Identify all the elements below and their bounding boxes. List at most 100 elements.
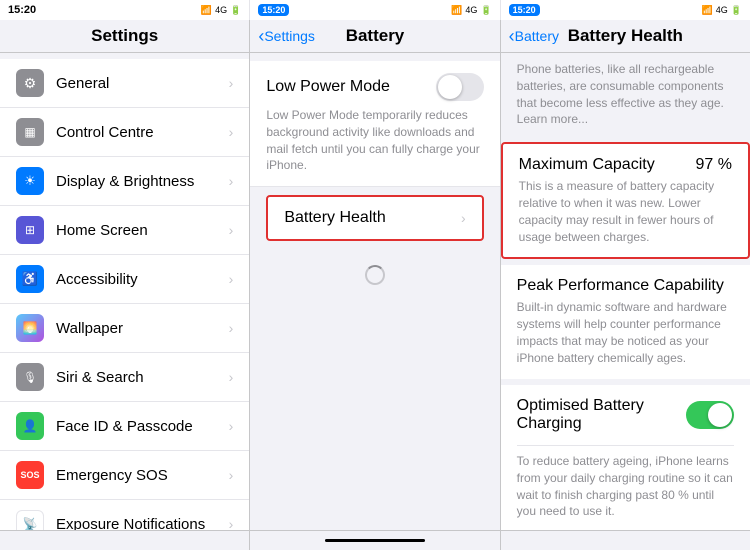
display-icon: ☀	[16, 167, 44, 195]
accessibility-label: Accessibility	[56, 271, 229, 288]
chevron-icon-emergency: ›	[229, 467, 234, 483]
home-screen-label: Home Screen	[56, 222, 229, 239]
home-screen-icon: ⊞	[16, 216, 44, 244]
panel1-title: Settings	[91, 26, 158, 45]
panel1-header: Settings	[0, 20, 250, 52]
time-3: 15:20	[509, 4, 540, 16]
status-icons-3: 📶 4G 🔋	[702, 5, 742, 16]
low-power-toggle-row: Low Power Mode	[266, 73, 483, 101]
chevron-icon-general: ›	[229, 75, 234, 91]
siri-label: Siri & Search	[56, 369, 229, 386]
peak-performance-label: Peak Performance Capability	[517, 277, 734, 295]
optimised-desc-container: To reduce battery ageing, iPhone learns …	[501, 445, 750, 530]
chevron-icon-faceid: ›	[229, 418, 234, 434]
peak-performance-section: Peak Performance Capability Built-in dyn…	[501, 265, 750, 378]
wallpaper-icon: 🌅	[16, 314, 44, 342]
panel2-back-btn[interactable]: ‹ Settings	[258, 26, 315, 47]
sidebar-item-general[interactable]: ⚙ General ›	[0, 59, 249, 108]
faceid-icon: 👤	[16, 412, 44, 440]
loading-spinner	[365, 265, 385, 285]
panel2-back-label: Settings	[264, 28, 315, 44]
optimised-section: Optimised Battery Charging To reduce bat…	[501, 385, 750, 530]
chevron-icon-siri: ›	[229, 369, 234, 385]
control-centre-icon: ▦	[16, 118, 44, 146]
max-capacity-row: Maximum Capacity 97 % This is a measure …	[503, 144, 748, 257]
max-capacity-value: 97 %	[696, 156, 732, 174]
signal-icon-2: 📶	[451, 5, 462, 16]
settings-panel: ⚙ General › ▦ Control Centre › ☀ Display…	[0, 53, 250, 530]
optimised-toggle-knob	[708, 403, 732, 427]
siri-icon: 🎙	[16, 363, 44, 391]
loading-spinner-container	[250, 245, 499, 305]
status-bar: 15:20 📶 4G 🔋 15:20 📶 4G 🔋 15:20 📶 4G 🔋	[0, 0, 750, 20]
sidebar-item-faceid[interactable]: 👤 Face ID & Passcode ›	[0, 402, 249, 451]
optimised-row: Optimised Battery Charging	[501, 385, 750, 445]
status-panel-1: 15:20 📶 4G 🔋	[0, 0, 250, 20]
panel2-title: Battery	[346, 26, 405, 46]
sidebar-item-siri[interactable]: 🎙 Siri & Search ›	[0, 353, 249, 402]
sidebar-item-wallpaper[interactable]: 🌅 Wallpaper ›	[0, 304, 249, 353]
battery-health-intro: Phone batteries, like all rechargeable b…	[501, 53, 750, 136]
sidebar-item-control-centre[interactable]: ▦ Control Centre ›	[0, 108, 249, 157]
peak-performance-row: Peak Performance Capability Built-in dyn…	[501, 265, 750, 378]
network-2: 4G	[465, 5, 477, 15]
battery-icon-2: 🔋	[480, 5, 491, 16]
status-icons-1: 📶 4G 🔋	[201, 5, 241, 16]
panel3-title: Battery Health	[568, 26, 683, 46]
main-panels: ⚙ General › ▦ Control Centre › ☀ Display…	[0, 53, 750, 530]
low-power-section: Low Power Mode Low Power Mode temporaril…	[250, 61, 499, 187]
faceid-label: Face ID & Passcode	[56, 418, 229, 435]
chevron-icon-home: ›	[229, 222, 234, 238]
display-label: Display & Brightness	[56, 173, 229, 190]
general-label: General	[56, 75, 229, 92]
chevron-icon-display: ›	[229, 173, 234, 189]
panel3-back-btn[interactable]: ‹ Battery	[509, 26, 559, 47]
signal-icon-1: 📶	[201, 5, 212, 16]
chevron-icon-exposure: ›	[229, 516, 234, 530]
low-power-desc: Low Power Mode temporarily reduces backg…	[266, 107, 483, 174]
sidebar-item-display[interactable]: ☀ Display & Brightness ›	[0, 157, 249, 206]
home-indicator[interactable]	[325, 539, 425, 542]
chevron-icon-accessibility: ›	[229, 271, 234, 287]
low-power-toggle[interactable]	[436, 73, 484, 101]
general-icon: ⚙	[16, 69, 44, 97]
battery-health-label: Battery Health	[284, 209, 385, 227]
optimised-toggle[interactable]	[686, 401, 734, 429]
accessibility-icon: ♿	[16, 265, 44, 293]
chevron-icon-wallpaper: ›	[229, 320, 234, 336]
peak-performance-desc: Built-in dynamic software and hardware s…	[517, 299, 734, 366]
wallpaper-label: Wallpaper	[56, 320, 229, 337]
max-capacity-desc: This is a measure of battery capacity re…	[519, 178, 732, 245]
panel2-header: ‹ Settings Battery	[250, 20, 500, 52]
signal-icon-3: 📶	[702, 5, 713, 16]
emergency-label: Emergency SOS	[56, 467, 229, 484]
time-2: 15:20	[258, 4, 289, 16]
battery-health-wrapper: Battery Health ›	[258, 195, 491, 241]
max-capacity-section: Maximum Capacity 97 % This is a measure …	[501, 142, 750, 259]
low-power-label: Low Power Mode	[266, 78, 390, 96]
optimised-label: Optimised Battery Charging	[517, 397, 686, 433]
battery-health-panel: Phone batteries, like all rechargeable b…	[501, 53, 750, 530]
sidebar-item-home-screen[interactable]: ⊞ Home Screen ›	[0, 206, 249, 255]
battery-health-item[interactable]: Battery Health ›	[266, 195, 483, 241]
sidebar-item-exposure[interactable]: 📡 Exposure Notifications ›	[0, 500, 249, 530]
status-panel-2: 15:20 📶 4G 🔋	[250, 0, 500, 20]
battery-health-chevron-icon: ›	[461, 210, 466, 226]
status-panel-3: 15:20 📶 4G 🔋	[501, 0, 750, 20]
sidebar-item-emergency[interactable]: SOS Emergency SOS ›	[0, 451, 249, 500]
bottom-segment-2	[250, 531, 500, 550]
network-3: 4G	[716, 5, 728, 15]
control-centre-label: Control Centre	[56, 124, 229, 141]
toggle-knob	[438, 75, 462, 99]
exposure-icon: 📡	[16, 510, 44, 530]
max-capacity-label: Maximum Capacity	[519, 156, 655, 174]
bottom-segment-3	[501, 531, 750, 550]
panel3-header: ‹ Battery Battery Health	[501, 20, 750, 52]
chevron-icon-cc: ›	[229, 124, 234, 140]
exposure-label: Exposure Notifications	[56, 516, 229, 531]
time-1: 15:20	[8, 4, 36, 16]
status-icons-2: 📶 4G 🔋	[451, 5, 491, 16]
low-power-mode-item: Low Power Mode Low Power Mode temporaril…	[250, 61, 499, 187]
network-1: 4G	[215, 5, 227, 15]
sidebar-item-accessibility[interactable]: ♿ Accessibility ›	[0, 255, 249, 304]
